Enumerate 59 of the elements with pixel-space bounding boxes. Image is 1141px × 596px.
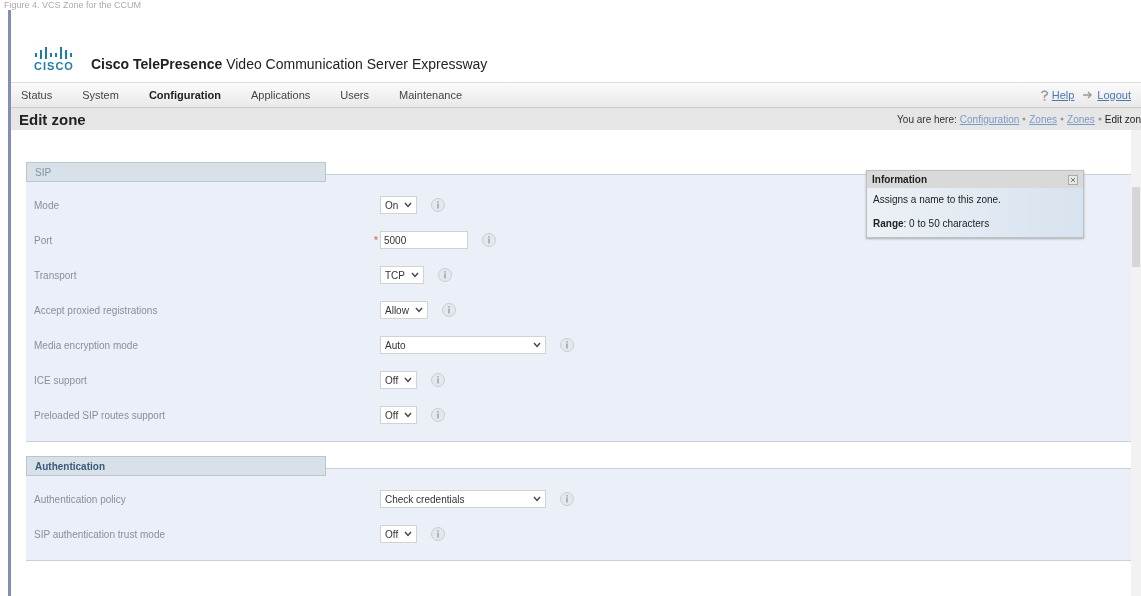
- figure-caption: Figure 4. VCS Zone for the CCUM: [3, 0, 143, 10]
- info-icon[interactable]: [431, 408, 446, 422]
- nav-tab[interactable]: Configuration: [148, 89, 221, 101]
- caret-icon: [533, 496, 541, 502]
- logout-link[interactable]: Logout: [1097, 89, 1131, 101]
- caret-icon: [404, 377, 413, 383]
- dropdown[interactable]: Off: [380, 406, 418, 424]
- port-field[interactable]: 5000: [380, 231, 468, 249]
- caret-icon: [533, 342, 541, 348]
- dropdown[interactable]: Off: [380, 525, 418, 543]
- info-icon[interactable]: [560, 492, 574, 506]
- caret-icon: [404, 412, 413, 418]
- info-icon[interactable]: [441, 303, 456, 317]
- page-title: Edit zone: [19, 110, 86, 128]
- field-label: SIP authentication trust mode: [33, 528, 166, 540]
- field-label: Mode: [33, 199, 60, 211]
- dropdown[interactable]: On: [380, 196, 418, 214]
- section-header: Authentication: [26, 456, 326, 476]
- nav-tab[interactable]: Users: [340, 89, 370, 101]
- dropdown[interactable]: Allow: [380, 301, 428, 319]
- caret-icon: [411, 272, 419, 278]
- info-icon[interactable]: [438, 268, 452, 282]
- breadcrumb-current: Edit zon: [1104, 113, 1141, 125]
- field-label: ICE support: [33, 374, 88, 386]
- caret-icon: [414, 307, 423, 313]
- info-icon[interactable]: [482, 233, 496, 247]
- field-label: Preloaded SIP routes support: [33, 409, 166, 421]
- help-icon: [1039, 89, 1049, 101]
- nav-tab[interactable]: Applications: [251, 89, 311, 101]
- range-text: Range: 0 to 50 characters: [873, 218, 991, 229]
- field-label: Accept proxied registrations: [33, 304, 159, 316]
- info-icon[interactable]: [431, 373, 446, 387]
- dropdown[interactable]: Check credentials: [380, 490, 546, 508]
- dropdown[interactable]: TCP: [380, 266, 424, 284]
- breadcrumb-label: You are here:: [897, 113, 957, 125]
- close-icon[interactable]: [1068, 174, 1078, 185]
- dropdown[interactable]: Off: [380, 371, 418, 389]
- panel-title: Information: [872, 174, 927, 185]
- info-icon[interactable]: [431, 527, 446, 541]
- caret-icon: [404, 531, 413, 537]
- info-icon[interactable]: [560, 338, 574, 352]
- section-header: SIP: [26, 162, 326, 182]
- required-mark: *: [373, 234, 378, 246]
- logo-bars-icon: [33, 47, 75, 59]
- help-link[interactable]: Help: [1051, 89, 1075, 101]
- field-label: Media encryption mode: [33, 339, 139, 351]
- field-label: Port: [33, 234, 54, 246]
- logo-text: CISCO: [34, 60, 74, 72]
- product-title: Cisco TelePresence Video Communication Server Expressway: [91, 56, 488, 72]
- info-icon[interactable]: [431, 198, 446, 212]
- field-label: Authentication policy: [33, 493, 127, 505]
- nav-tab[interactable]: System: [82, 89, 119, 101]
- scrollbar[interactable]: [1131, 130, 1141, 596]
- dropdown[interactable]: Auto: [380, 336, 546, 354]
- nav-tab[interactable]: Maintenance: [399, 89, 463, 101]
- info-text: Assigns a name to this zone.: [873, 194, 1002, 205]
- caret-icon: [404, 202, 413, 208]
- field-label: Transport: [33, 269, 78, 281]
- nav-tab[interactable]: Status: [21, 89, 53, 101]
